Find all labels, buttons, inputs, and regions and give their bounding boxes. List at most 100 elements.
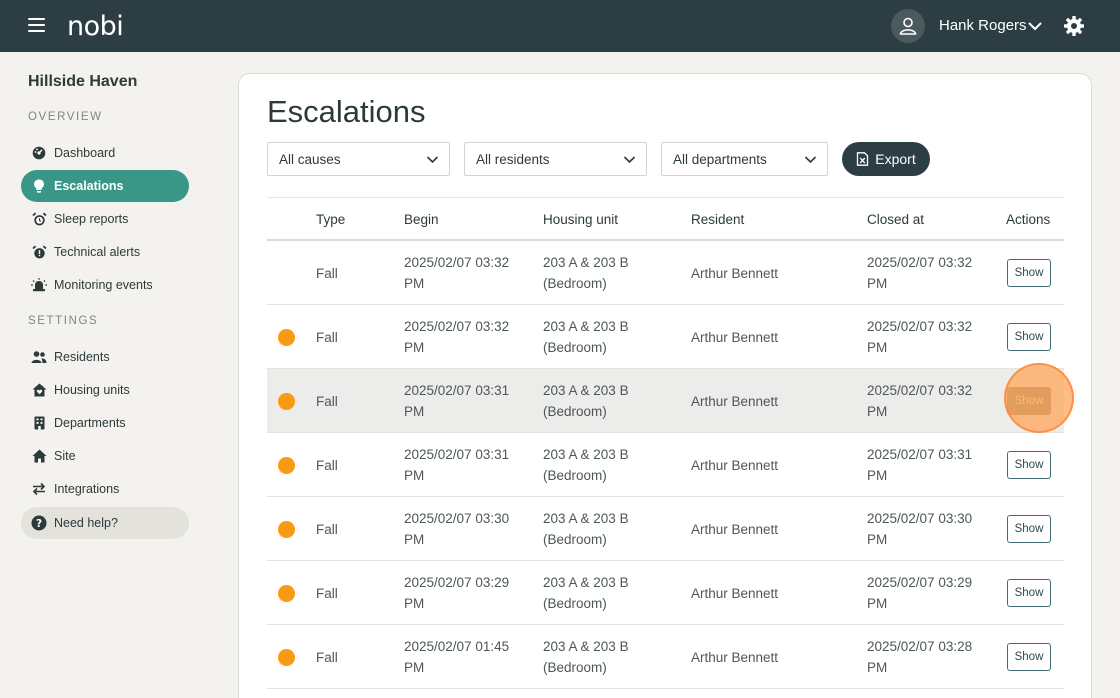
site-name: Hillside Haven — [28, 73, 138, 90]
unit-room: (Bedroom) — [543, 404, 607, 419]
resident-cell: Arthur Bennett — [691, 458, 779, 473]
sidebar: Hillside Haven OVERVIEW Dashboard Escala… — [0, 52, 210, 698]
sidebar-item-residents[interactable]: Residents — [21, 341, 189, 373]
resident-cell: Arthur Bennett — [691, 650, 779, 665]
sidebar-item-label: Departments — [54, 416, 126, 430]
sidebar-item-integrations[interactable]: Integrations — [21, 473, 189, 505]
unit-name: 203 A & 203 B — [543, 511, 629, 526]
closed-date: 2025/02/07 03:31 — [867, 447, 973, 462]
top-bar: nobi Hank Rogers — [0, 0, 1120, 52]
overview-section-label: OVERVIEW — [28, 111, 103, 123]
status-dot — [278, 521, 295, 538]
sidebar-item-label: Housing units — [54, 383, 130, 397]
begin-cell: 2025/02/07 01:45 PM — [404, 636, 509, 678]
closed-ampm: PM — [867, 596, 888, 611]
house-heart-icon — [31, 382, 47, 398]
show-button[interactable]: Show — [1007, 515, 1051, 543]
show-button[interactable]: Show — [1007, 323, 1051, 351]
closed-date: 2025/02/07 03:32 — [867, 319, 973, 334]
begin-date: 2025/02/07 01:45 — [404, 639, 510, 654]
chevron-down-icon — [623, 153, 636, 166]
show-button[interactable]: Show — [1007, 259, 1051, 287]
table-row: Fall 2025/02/07 01:45 PM 203 A & 203 B (Be… — [267, 625, 1064, 689]
lightbulb-icon — [31, 178, 47, 194]
sidebar-item-housing-units[interactable]: Housing units — [21, 374, 189, 406]
begin-date: 2025/02/07 03:32 — [404, 255, 510, 270]
table-row: Fall 2025/02/07 03:29 PM 203 A & 203 B (Be… — [267, 561, 1064, 625]
sidebar-item-technical-alerts[interactable]: Technical alerts — [21, 236, 189, 268]
begin-ampm: PM — [404, 660, 425, 675]
resident-cell: Arthur Bennett — [691, 266, 779, 281]
hamburger-menu-icon[interactable] — [28, 18, 45, 34]
type-cell: Fall — [316, 266, 338, 281]
closed-ampm: PM — [867, 404, 888, 419]
closed-date: 2025/02/07 03:32 — [867, 383, 973, 398]
sidebar-item-label: Site — [54, 449, 76, 463]
resident-cell: Arthur Bennett — [691, 522, 779, 537]
closed-at-cell: 2025/02/07 03:30 PM — [867, 508, 972, 550]
gear-icon[interactable] — [1063, 15, 1085, 37]
arrows-swap-icon — [31, 481, 47, 497]
unit-name: 203 A & 203 B — [543, 319, 629, 334]
show-button[interactable]: Show — [1007, 643, 1051, 671]
housing-unit-cell: 203 A & 203 B (Bedroom) — [543, 380, 629, 422]
export-button[interactable]: Export — [842, 142, 930, 176]
table-row: Fall 2025/02/07 03:30 PM 203 A & 203 B (Be… — [267, 497, 1064, 561]
need-help-button[interactable]: ? Need help? — [21, 507, 189, 539]
column-header-type: Type — [316, 212, 346, 227]
question-icon: ? — [31, 515, 47, 531]
departments-filter-select[interactable]: All departments — [661, 142, 828, 176]
causes-filter-select[interactable]: All causes — [267, 142, 450, 176]
type-cell: Fall — [316, 522, 338, 537]
page-title: Escalations — [267, 94, 426, 129]
escalations-card: Escalations All causes All residents All… — [238, 73, 1092, 698]
unit-room: (Bedroom) — [543, 660, 607, 675]
svg-text:?: ? — [36, 518, 42, 530]
need-help-label: Need help? — [54, 516, 118, 530]
sidebar-item-label: Dashboard — [54, 146, 116, 160]
closed-at-cell: 2025/02/07 03:31 PM — [867, 444, 972, 486]
closed-date: 2025/02/07 03:30 — [867, 511, 973, 526]
resident-cell: Arthur Bennett — [691, 586, 779, 601]
residents-filter-select[interactable]: All residents — [464, 142, 647, 176]
show-button[interactable]: Show — [1007, 387, 1051, 415]
status-dot — [278, 585, 295, 602]
closed-date: 2025/02/07 03:28 — [867, 639, 973, 654]
chevron-down-icon[interactable] — [1027, 18, 1043, 34]
sidebar-item-departments[interactable]: Departments — [21, 407, 189, 439]
sidebar-item-sleep-reports[interactable]: Sleep reports — [21, 203, 189, 235]
begin-cell: 2025/02/07 03:29 PM — [404, 572, 509, 614]
closed-date: 2025/02/07 03:29 — [867, 575, 973, 590]
chevron-down-icon — [804, 153, 817, 166]
table-body: Fall 2025/02/07 03:32 PM 203 A & 203 B (Be… — [267, 241, 1064, 689]
sidebar-item-escalations[interactable]: Escalations — [21, 170, 189, 202]
sidebar-item-dashboard[interactable]: Dashboard — [21, 137, 189, 169]
users-icon — [31, 349, 47, 365]
type-cell: Fall — [316, 458, 338, 473]
sidebar-item-monitoring-events[interactable]: Monitoring events — [21, 269, 189, 301]
table-row: Fall 2025/02/07 03:31 PM 203 A & 203 B (Be… — [267, 369, 1064, 433]
sidebar-item-label: Residents — [54, 350, 110, 364]
user-avatar-icon[interactable] — [891, 9, 925, 43]
begin-cell: 2025/02/07 03:32 PM — [404, 316, 509, 358]
user-menu-name[interactable]: Hank Rogers — [939, 17, 1027, 34]
show-button[interactable]: Show — [1007, 579, 1051, 607]
status-dot — [278, 649, 295, 666]
housing-unit-cell: 203 A & 203 B (Bedroom) — [543, 508, 629, 550]
type-cell: Fall — [316, 650, 338, 665]
housing-unit-cell: 203 A & 203 B (Bedroom) — [543, 252, 629, 294]
chevron-down-icon — [426, 153, 439, 166]
begin-ampm: PM — [404, 340, 425, 355]
show-button[interactable]: Show — [1007, 451, 1051, 479]
closed-ampm: PM — [867, 468, 888, 483]
alarm-clock-icon — [31, 211, 47, 227]
building-icon — [31, 415, 47, 431]
siren-icon — [31, 277, 47, 293]
unit-name: 203 A & 203 B — [543, 383, 629, 398]
alarm-clock-alert-icon — [31, 244, 47, 260]
nobi-logo[interactable]: nobi — [67, 11, 124, 42]
begin-cell: 2025/02/07 03:31 PM — [404, 380, 509, 422]
column-header-begin: Begin — [404, 212, 439, 227]
unit-room: (Bedroom) — [543, 468, 607, 483]
sidebar-item-site[interactable]: Site — [21, 440, 189, 472]
